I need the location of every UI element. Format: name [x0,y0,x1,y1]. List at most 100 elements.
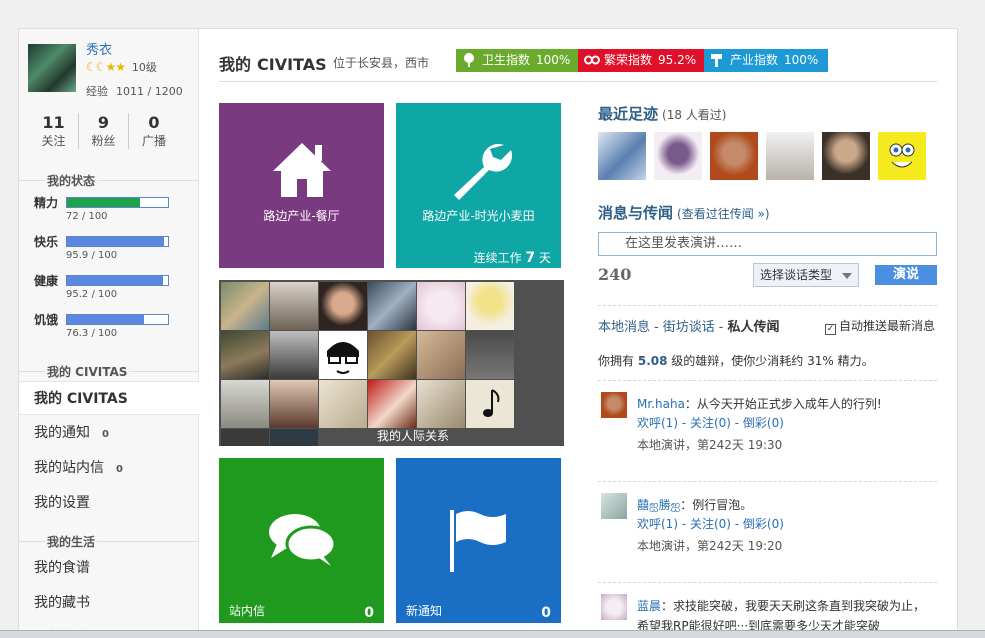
username-link[interactable]: 秀衣 [86,39,112,58]
avatar[interactable] [28,44,76,92]
section-title-text: 我的生活 [45,533,98,550]
message-item: Mr.haha：从今天开始正式步入成年人的行列! 欢呼(1) - 关注(0) -… [601,392,937,452]
friend-avatar[interactable] [368,282,416,330]
speak-button[interactable]: 演说 [875,265,937,285]
visitor-avatar[interactable] [710,132,758,180]
select-label: 选择谈话类型 [760,268,833,282]
section-title-text: 我的状态 [45,172,98,189]
friend-avatar[interactable] [221,282,269,330]
stat-bar [66,236,169,247]
history-link[interactable]: (查看过往传闻 ») [677,207,770,221]
stat-name: 健康 [34,274,59,288]
nav-recipes[interactable]: 我的食谱 [19,551,199,585]
infinity-icon [584,55,600,65]
hygiene-index: 卫生指数 100% [456,49,578,72]
friend-avatar[interactable] [319,331,367,379]
stat-fill [67,276,164,285]
nav-notifications[interactable]: 我的通知 0 [19,416,199,450]
friend-avatar[interactable] [270,331,318,379]
visitor-avatar[interactable] [822,132,870,180]
divider [598,582,937,583]
stat-value: 95.9 / 100 [66,250,118,261]
friend-avatar[interactable] [221,429,269,446]
friend-avatar[interactable] [270,380,318,428]
nav-settings[interactable]: 我的设置 [19,486,199,520]
index-label: 卫生指数 [482,53,531,67]
friend-avatar[interactable] [221,380,269,428]
poster-name[interactable]: 蓝晨 [637,599,661,613]
poster-name[interactable]: 囍ஐ勝ஐ [637,498,680,512]
auto-push-option[interactable]: ✓ 自动推送最新消息 [825,317,935,335]
friend-avatar[interactable] [368,331,416,379]
nav-my-civitas[interactable]: 我的 CIVITAS [19,381,199,415]
tile-restaurant[interactable]: 路边产业-餐厅 [219,103,384,268]
count-number: 0 [148,113,160,132]
count-number: 9 [97,113,110,132]
tile-count: 0 [541,605,551,621]
stat-name: 精力 [34,196,59,210]
visitor-avatar[interactable] [766,132,814,180]
tile-bakery[interactable]: 路边产业-时光小麦田 连续工作 7 天 [396,103,561,268]
broadcast-count[interactable]: 0 广播 [129,113,179,149]
tile-relations[interactable]: 我的人际关系 [219,280,564,446]
friend-avatar[interactable] [319,282,367,330]
friend-avatar[interactable] [466,331,514,379]
friend-avatar[interactable] [417,380,465,428]
poster-avatar[interactable] [601,392,627,418]
industry-index: 产业指数 100% [704,49,828,72]
glasses-face-icon [327,342,359,374]
brand-text: CIVITAS [257,55,327,74]
tile-caption: 站内信 [229,604,266,618]
friend-avatar[interactable] [417,282,465,330]
talk-type-select[interactable]: 选择谈话类型 [753,263,859,287]
friend-avatar[interactable] [417,331,465,379]
visitor-avatar[interactable] [878,132,926,180]
music-note-icon [483,389,500,417]
count-label: 关注 [41,134,66,148]
nav-bookshelf[interactable]: 我的藏书 [19,586,199,620]
fans-count[interactable]: 9 粉丝 [79,113,129,149]
tab-street[interactable]: 街坊谈话 [663,320,715,335]
tile-inbox[interactable]: 站内信 0 [219,458,384,623]
stat-fill [67,315,145,324]
chevron-down-icon [842,273,852,279]
visitor-avatar[interactable] [654,132,702,180]
friend-avatar[interactable] [221,331,269,379]
poster-avatar[interactable] [601,594,627,620]
friend-avatar[interactable] [270,282,318,330]
index-value: 100% [784,53,819,67]
following-count[interactable]: 11 关注 [29,113,79,149]
count-badge: 0 [102,429,109,440]
stat-value: 95.2 / 100 [66,289,118,300]
exp-value: 1011 / 1200 [116,85,183,98]
message-actions[interactable]: 欢呼(1) - 关注(0) - 倒彩(0) [637,515,784,532]
viewer-count: (18 人看过) [662,108,727,122]
flag-icon [450,510,506,572]
poster-name[interactable]: Mr.haha [637,397,685,411]
tile-notifications[interactable]: 新通知 0 [396,458,561,623]
index-value: 100% [536,53,571,67]
tab-local[interactable]: 本地消息 [598,320,650,335]
tab-private[interactable]: 私人传闻 [727,320,779,335]
count-label: 广播 [141,134,166,148]
work-label: 连续工作 [473,251,522,265]
nav-inbox[interactable]: 我的站内信 0 [19,451,199,485]
exp-label: 经验 [86,85,108,98]
divider [598,380,937,381]
stat-fill [67,237,164,246]
friend-avatar[interactable] [319,380,367,428]
friend-avatar[interactable] [466,282,514,330]
nav-label: 我的站内信 [34,460,104,476]
level-label: 10级 [131,61,157,74]
visitor-avatar[interactable] [598,132,646,180]
auto-push-checkbox[interactable]: ✓ [825,324,836,335]
friend-avatar[interactable] [368,380,416,428]
friend-avatar[interactable] [270,429,318,446]
friend-avatar[interactable] [466,380,514,428]
stat-value: 72 / 100 [66,211,108,222]
index-label: 产业指数 [730,53,779,67]
speech-input[interactable]: 在这里发表演讲…… [598,232,937,256]
count-number: 11 [42,113,65,132]
message-actions[interactable]: 欢呼(1) - 关注(0) - 倒彩(0) [637,414,784,431]
poster-avatar[interactable] [601,493,627,519]
